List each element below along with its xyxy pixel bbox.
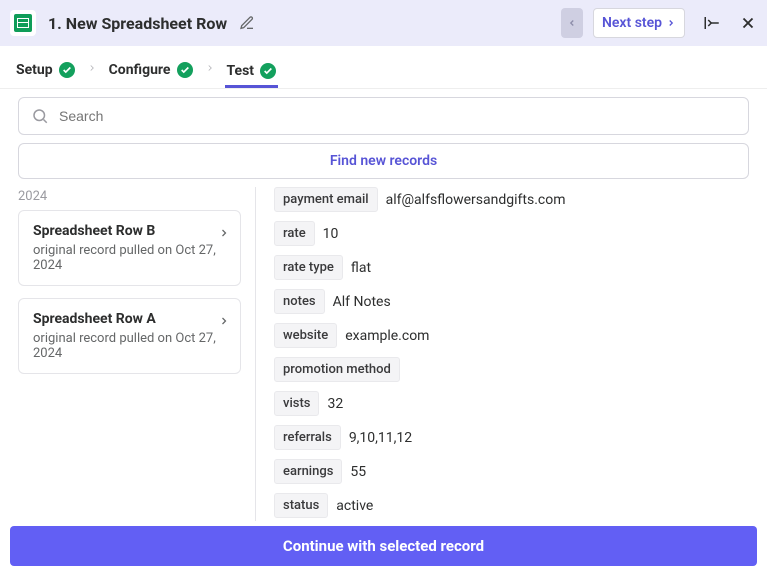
record-title: Spreadsheet Row A (33, 311, 226, 327)
field-row: rate 10 (274, 221, 749, 246)
app-icon-container (10, 10, 36, 36)
search-section: Find new records (0, 89, 767, 179)
step-title: 1. New Spreadsheet Row (48, 14, 227, 33)
field-value: 55 (350, 464, 366, 480)
continue-label: Continue with selected record (283, 537, 484, 555)
field-value: 32 (327, 396, 343, 412)
continue-button[interactable]: Continue with selected record (10, 526, 757, 566)
edit-icon[interactable] (239, 15, 255, 31)
collapse-icon[interactable] (703, 14, 721, 32)
record-subtitle: original record pulled on Oct 27, 2024 (33, 331, 226, 361)
field-row: payment email alf@alfsflowersandgifts.co… (274, 187, 749, 212)
step-tabs: Setup Configure Test (0, 46, 767, 89)
field-row: earnings 55 (274, 459, 749, 484)
check-icon (260, 63, 276, 79)
record-title: Spreadsheet Row B (33, 223, 226, 239)
tab-label: Configure (109, 62, 171, 78)
next-step-label: Next step (602, 15, 662, 31)
field-key: vists (274, 391, 319, 416)
header-bar: 1. New Spreadsheet Row Next step (0, 0, 767, 46)
field-row: referrals 9,10,11,12 (274, 425, 749, 450)
search-icon (31, 107, 49, 125)
main-content: 2024 Spreadsheet Row B original record p… (0, 187, 767, 521)
field-row: website example.com (274, 323, 749, 348)
field-row: rate type flat (274, 255, 749, 280)
tab-label: Test (227, 63, 255, 79)
check-icon (177, 62, 193, 78)
chevron-right-icon (218, 225, 230, 245)
sheets-icon (14, 14, 32, 32)
field-key: earnings (274, 459, 342, 484)
field-row: status active (274, 493, 749, 518)
search-box[interactable] (18, 97, 749, 135)
field-key: rate type (274, 255, 343, 280)
field-key: referrals (274, 425, 341, 450)
record-cut-text: 2024 (18, 187, 241, 210)
chevron-right-icon (218, 313, 230, 333)
next-step-button[interactable]: Next step (593, 8, 685, 38)
field-value: alf@alfsflowersandgifts.com (386, 192, 566, 208)
field-row: vists 32 (274, 391, 749, 416)
field-row: notes Alf Notes (274, 289, 749, 314)
field-key: payment email (274, 187, 378, 212)
tab-setup[interactable]: Setup (14, 58, 77, 82)
field-key: status (274, 493, 328, 518)
prev-step-button[interactable] (561, 8, 583, 38)
tab-label: Setup (16, 62, 53, 78)
field-value: Alf Notes (333, 294, 391, 310)
close-icon[interactable] (739, 14, 757, 32)
field-value: 10 (323, 226, 339, 242)
field-key: promotion method (274, 357, 400, 382)
search-input[interactable] (59, 108, 736, 124)
field-key: notes (274, 289, 325, 314)
footer: Continue with selected record (10, 526, 757, 566)
field-value: 9,10,11,12 (349, 430, 412, 446)
tab-configure[interactable]: Configure (107, 58, 195, 82)
field-value: active (336, 498, 373, 514)
field-value: flat (351, 260, 371, 276)
record-card[interactable]: Spreadsheet Row B original record pulled… (18, 210, 241, 286)
field-key: rate (274, 221, 315, 246)
chevron-right-icon (205, 61, 215, 79)
field-value: example.com (345, 328, 429, 344)
record-details: payment email alf@alfsflowersandgifts.co… (270, 187, 749, 521)
field-row: promotion method (274, 357, 749, 382)
find-records-label: Find new records (330, 153, 437, 169)
tab-test[interactable]: Test (225, 59, 279, 88)
field-key: website (274, 323, 337, 348)
records-list: 2024 Spreadsheet Row B original record p… (18, 187, 256, 521)
check-icon (59, 62, 75, 78)
record-card[interactable]: Spreadsheet Row A original record pulled… (18, 298, 241, 374)
record-subtitle: original record pulled on Oct 27, 2024 (33, 243, 226, 273)
find-records-button[interactable]: Find new records (18, 143, 749, 179)
chevron-right-icon (87, 61, 97, 79)
